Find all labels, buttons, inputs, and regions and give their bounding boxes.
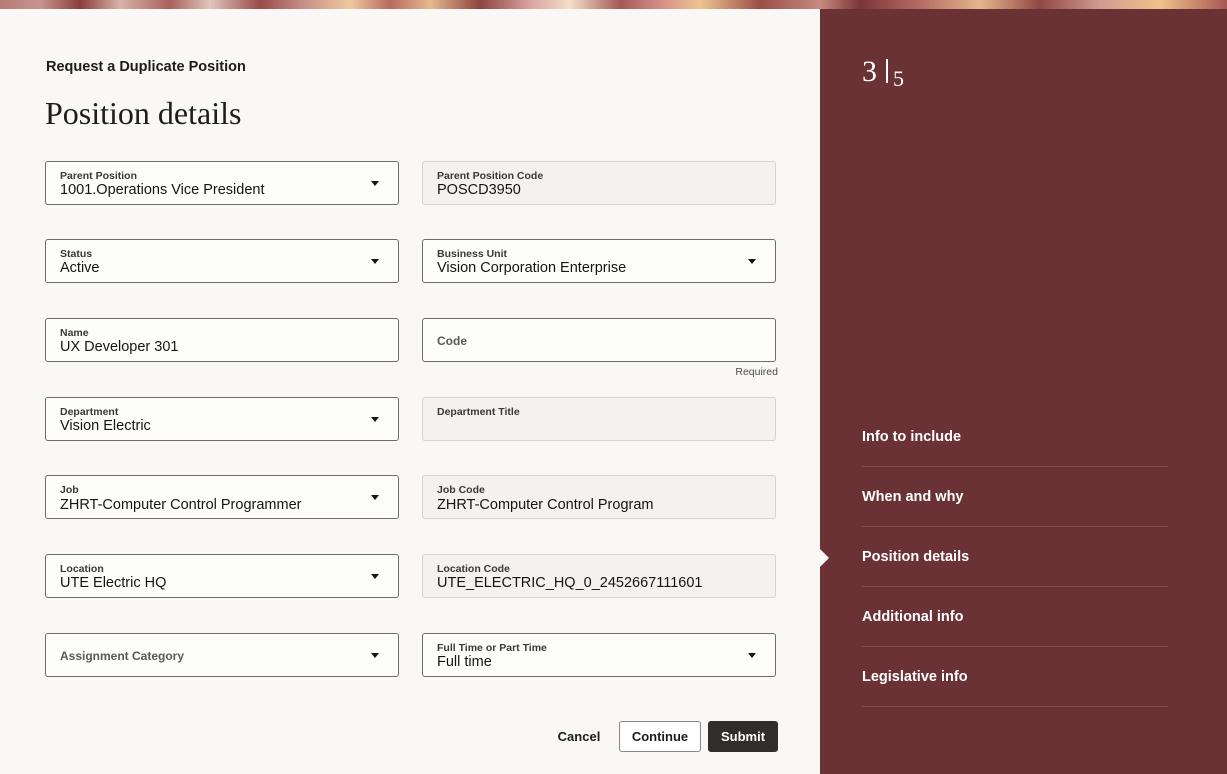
assignment-category-select[interactable]: Assignment Category (45, 633, 399, 677)
step-item-info-to-include[interactable]: Info to include (862, 407, 1168, 467)
full-part-time-select[interactable]: Full Time or Part Time Full time (422, 633, 776, 677)
active-step-pointer-icon (820, 549, 829, 567)
submit-button[interactable]: Submit (708, 721, 778, 752)
field-value: UTE Electric HQ (60, 575, 167, 591)
status-select[interactable]: Status Active (45, 239, 399, 283)
caret-down-icon[interactable] (371, 495, 379, 500)
field-label: Location Code (437, 563, 510, 575)
total-steps-number: 5 (893, 66, 904, 91)
step-divider (886, 59, 888, 83)
field-value: Vision Corporation Enterprise (437, 260, 627, 276)
field-value: 1001.Operations Vice President (60, 182, 265, 198)
field-label: Parent Position Code (437, 170, 544, 182)
continue-button[interactable]: Continue (619, 721, 701, 752)
field-label: Job (60, 484, 79, 496)
parent-position-select[interactable]: Parent Position 1001.Operations Vice Pre… (45, 161, 399, 205)
flow-title: Request a Duplicate Position (46, 59, 246, 75)
field-value: Vision Electric (60, 418, 151, 434)
field-value: ZHRT-Computer Control Programmer (60, 497, 302, 513)
caret-down-icon[interactable] (748, 653, 756, 658)
field-label: Job Code (437, 484, 485, 496)
current-step-number: 3 (862, 55, 877, 88)
field-value: UTE_ELECTRIC_HQ_0_2452667111601 (437, 575, 703, 591)
field-value: ZHRT-Computer Control Program (437, 497, 654, 513)
field-label: Business Unit (437, 248, 508, 260)
field-label: Name (60, 327, 89, 339)
job-code-field: Job Code ZHRT-Computer Control Program (422, 475, 776, 519)
page-title: Position details (45, 95, 242, 131)
field-value: POSCD3950 (437, 182, 521, 198)
business-unit-select[interactable]: Business Unit Vision Corporation Enterpr… (422, 239, 776, 283)
caret-down-icon[interactable] (371, 574, 379, 579)
parent-position-code-field: Parent Position Code POSCD3950 (422, 161, 776, 205)
field-label: Code (437, 334, 467, 348)
caret-down-icon[interactable] (371, 653, 379, 658)
field-value: Active (60, 260, 100, 276)
department-select[interactable]: Department Vision Electric (45, 397, 399, 441)
caret-down-icon[interactable] (371, 181, 379, 186)
caret-down-icon[interactable] (371, 259, 379, 264)
field-label: Parent Position (60, 170, 138, 182)
field-label: Department (60, 406, 119, 418)
field-value: Full time (437, 654, 492, 670)
progress-panel: 3 5 Info to include When and why Positio… (820, 9, 1227, 774)
field-value: UX Developer 301 (60, 339, 179, 355)
location-select[interactable]: Location UTE Electric HQ (45, 554, 399, 598)
job-select[interactable]: Job ZHRT-Computer Control Programmer (45, 475, 399, 519)
location-code-field: Location Code UTE_ELECTRIC_HQ_0_24526671… (422, 554, 776, 598)
required-helper-text: Required (735, 366, 778, 378)
code-input[interactable]: Code (422, 318, 776, 362)
step-item-when-and-why[interactable]: When and why (862, 467, 1168, 527)
field-label: Assignment Category (60, 649, 185, 663)
field-label: Department Title (437, 406, 520, 418)
name-input[interactable]: Name UX Developer 301 (45, 318, 399, 362)
field-label: Full Time or Part Time (437, 642, 547, 654)
step-item-legislative-info[interactable]: Legislative info (862, 647, 1168, 707)
cancel-button[interactable]: Cancel (550, 721, 608, 752)
step-item-position-details[interactable]: Position details (862, 527, 1168, 587)
decorative-banner (0, 0, 1227, 9)
field-label: Location (60, 563, 104, 575)
step-navigation: Info to include When and why Position de… (862, 407, 1168, 707)
department-title-field: Department Title (422, 397, 776, 441)
caret-down-icon[interactable] (748, 259, 756, 264)
step-item-additional-info[interactable]: Additional info (862, 587, 1168, 647)
caret-down-icon[interactable] (371, 417, 379, 422)
field-label: Status (60, 248, 93, 260)
